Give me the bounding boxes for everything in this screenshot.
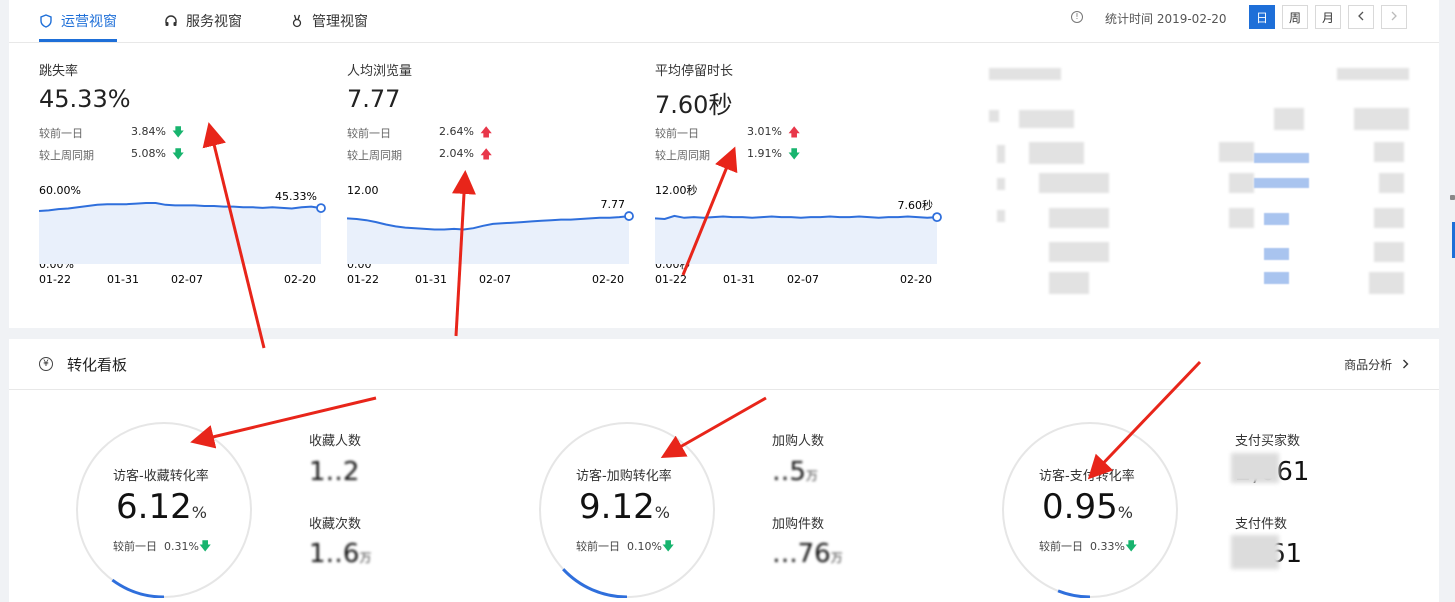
annotation-arrow: [1087, 360, 1202, 480]
annotation-arrows: [190, 122, 1202, 480]
annotation-arrow: [660, 396, 767, 458]
annotation-arrow: [190, 396, 377, 449]
annotation-arrow: [681, 146, 738, 276]
annotation-arrow: [452, 170, 476, 337]
annotation-arrow: [202, 122, 266, 349]
